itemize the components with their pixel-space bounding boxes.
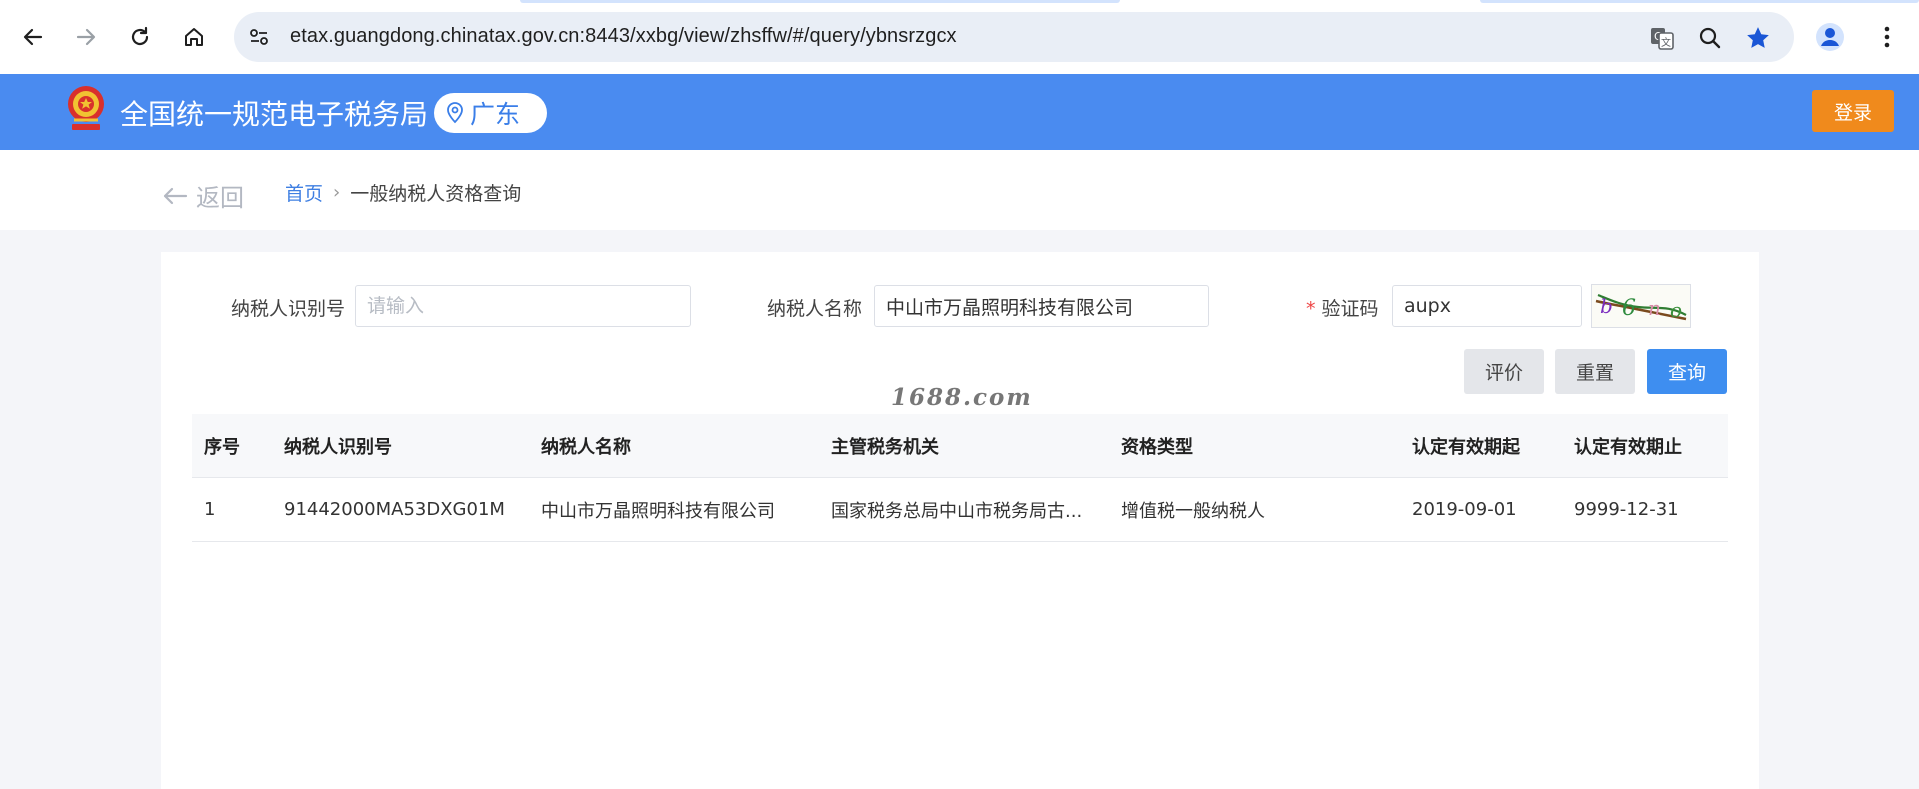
header-index: 序号 [204,436,240,458]
table-row: 1 91442000MA53DXG01M 中山市万晶照明科技有限公司 国家税务总… [192,478,1728,542]
cell-qualification-type: 增值税一般纳税人 [1121,500,1265,522]
forward-button[interactable] [68,19,104,55]
header-valid-from: 认定有效期起 [1412,436,1520,458]
svg-text:b: b [1600,294,1613,318]
address-bar[interactable]: etax.guangdong.chinatax.gov.cn:8443/xxbg… [234,12,1794,62]
breadcrumb-current: 一般纳税人资格查询 [350,183,522,205]
taxpayer-name-label: 纳税人名称 [767,298,863,320]
svg-text:6: 6 [1622,296,1636,321]
query-panel: 纳税人识别号 纳税人名称 中山市万晶照明科技有限公司 * 验证码 aupx b … [161,252,1759,789]
back-label: 返回 [196,184,244,212]
cell-taxpayer-name: 中山市万晶照明科技有限公司 [541,500,775,522]
reload-button[interactable] [122,19,158,55]
captcha-image[interactable]: b 6 n o [1591,284,1691,328]
site-header: 全国统一规范电子税务局 广东 登录 [0,74,1919,150]
svg-text:n: n [1648,296,1661,320]
query-button[interactable]: 查询 [1647,349,1727,394]
header-tax-authority: 主管税务机关 [831,436,939,458]
translate-icon[interactable]: G文 [1648,24,1676,52]
header-taxpayer-id: 纳税人识别号 [284,436,392,458]
url-text[interactable]: etax.guangdong.chinatax.gov.cn:8443/xxbg… [290,25,957,48]
bookmark-star-icon[interactable] [1744,24,1772,52]
svg-text:文: 文 [1661,36,1671,49]
more-menu-icon [1884,26,1890,48]
cell-index: 1 [204,499,216,520]
taxpayer-name-input[interactable]: 中山市万晶照明科技有限公司 [874,285,1209,327]
cell-tax-authority: 国家税务总局中山市税务局古... [831,500,1083,522]
cell-valid-to: 9999-12-31 [1574,499,1679,520]
evaluate-button[interactable]: 评价 [1464,349,1544,394]
home-icon [185,28,203,46]
more-menu-button[interactable] [1872,19,1902,55]
required-mark: * [1306,298,1316,320]
watermark-text: 1688.com [891,384,1033,411]
zoom-icon[interactable] [1696,24,1724,52]
breadcrumb-separator: › [333,182,341,203]
tab-strip-edge [520,0,1120,3]
profile-icon [1816,23,1844,51]
header-valid-to: 认定有效期止 [1574,436,1682,458]
breadcrumb-home[interactable]: 首页 [285,179,323,206]
captcha-label-text: 验证码 [1321,298,1379,320]
forward-icon [76,28,96,46]
header-taxpayer-name: 纳税人名称 [541,436,631,458]
region-label: 广东 [470,100,521,129]
site-title: 全国统一规范电子税务局 [120,98,429,131]
back-button[interactable] [15,19,51,55]
captcha-input[interactable]: aupx [1392,285,1582,327]
back-link[interactable]: 返回 [162,178,244,213]
login-button[interactable]: 登录 [1812,90,1894,132]
breadcrumb: 首页 › 一般纳税人资格查询 [285,179,521,206]
breadcrumb-bar: 返回 首页 › 一般纳税人资格查询 [0,150,1919,230]
back-icon [23,28,43,46]
results-table: 序号 纳税人识别号 纳税人名称 主管税务机关 资格类型 认定有效期起 认定有效期… [192,414,1728,542]
header-qualification-type: 资格类型 [1121,436,1193,458]
browser-toolbar: etax.guangdong.chinatax.gov.cn:8443/xxbg… [0,0,1919,74]
profile-button[interactable] [1812,19,1848,55]
taxpayer-id-input[interactable] [355,285,691,327]
table-header-row: 序号 纳税人识别号 纳税人名称 主管税务机关 资格类型 认定有效期起 认定有效期… [192,414,1728,478]
taxpayer-id-label: 纳税人识别号 [231,298,346,320]
tab-strip-edge [1480,0,1919,3]
reset-button[interactable]: 重置 [1555,349,1635,394]
svg-text:o: o [1670,298,1682,322]
home-button[interactable] [176,19,212,55]
region-selector[interactable]: 广东 [434,93,547,133]
arrow-left-icon [163,187,188,204]
captcha-label: * 验证码 [1306,294,1379,321]
site-info-icon[interactable] [247,25,271,49]
cell-taxpayer-id: 91442000MA53DXG01M [284,499,505,520]
cell-valid-from: 2019-09-01 [1412,499,1517,520]
reload-icon [131,26,149,46]
location-pin-icon [447,102,463,124]
tax-emblem-logo [64,84,108,140]
